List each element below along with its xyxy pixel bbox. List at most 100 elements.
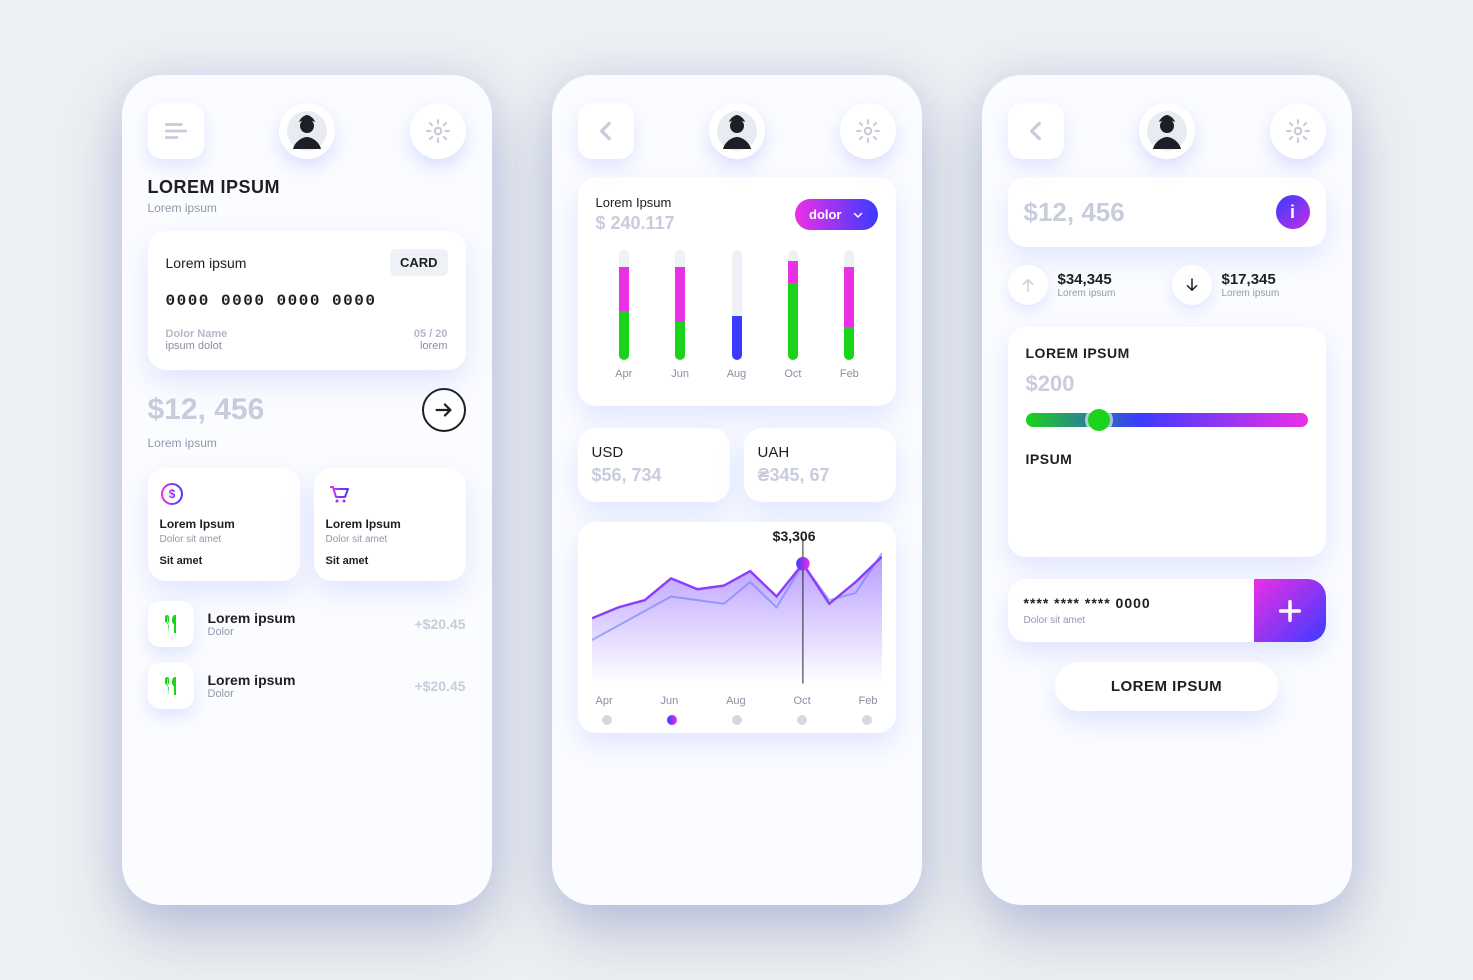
back-button[interactable] (578, 103, 634, 159)
card-exp-label: 05 / 20 (414, 328, 448, 340)
food-icon (148, 663, 194, 709)
balance-arrow-button[interactable] (422, 388, 466, 432)
line-chart (592, 536, 882, 686)
bar-chart-card: Lorem Ipsum $ 240.117 dolor AprJunAugOct… (578, 177, 896, 406)
balance-card: $12, 456 i (1008, 177, 1326, 247)
settings-button[interactable] (410, 103, 466, 159)
balance-sub: Lorem ipsum (148, 436, 466, 450)
dropdown-filter[interactable]: dolor (795, 199, 878, 230)
balance-amount: $12, 456 (1024, 197, 1125, 228)
chart-value: $ 240.117 (596, 213, 675, 234)
bar-chart: AprJunAugOctFeb (596, 250, 878, 380)
screen-transfer: $12, 456 i $34,345 Lorem ipsum $17,345 L… (982, 75, 1352, 905)
menu-icon (163, 118, 189, 144)
bar-label: Apr (615, 368, 632, 380)
slider-title: LOREM IPSUM (1026, 345, 1308, 361)
arrow-down-icon (1172, 265, 1212, 305)
masked-card-sub: Dolor sit amet (1024, 615, 1238, 626)
cta-label: LOREM IPSUM (1111, 678, 1222, 695)
io-sub: Lorem ipsum (1222, 288, 1280, 299)
cart-icon (326, 482, 350, 506)
balance-amount: $12, 456 (148, 393, 265, 427)
currency-value: $56, 734 (592, 465, 716, 486)
card-badge: CARD (390, 249, 448, 276)
bar-label: Aug (727, 368, 747, 380)
card-label: Lorem ipsum (166, 255, 247, 271)
currency-value: ₴345, 67 (758, 465, 882, 486)
income-stat: $34,345 Lorem ipsum (1008, 265, 1162, 305)
dot[interactable] (732, 715, 742, 725)
line-chart-axis: AprJunAugOctFeb (592, 695, 882, 707)
dot[interactable] (862, 715, 872, 725)
page-title: LOREM IPSUM (148, 177, 466, 198)
transaction-row[interactable]: Lorem ipsum Dolor +$20.45 (148, 601, 466, 647)
credit-card[interactable]: Lorem ipsum CARD 0000 0000 0000 0000 Dol… (148, 231, 466, 370)
currency-code: USD (592, 444, 716, 461)
info-button[interactable]: i (1276, 195, 1310, 229)
card-number: 0000 0000 0000 0000 (166, 292, 448, 310)
mini-title: Lorem Ipsum (160, 517, 288, 531)
avatar[interactable] (279, 103, 335, 159)
info-icon: i (1290, 202, 1295, 223)
back-button[interactable] (1008, 103, 1064, 159)
top-bar (578, 103, 896, 159)
card-holder-value: ipsum dolot (166, 340, 228, 352)
slider-thumb[interactable] (1088, 409, 1110, 431)
dropdown-label: dolor (809, 207, 842, 222)
avatar[interactable] (1139, 103, 1195, 159)
currency-card-uah[interactable]: UAH ₴345, 67 (744, 428, 896, 502)
slider-card: LOREM IPSUM $200 IPSUM (1008, 327, 1326, 557)
chart-peak-value: $3,306 (773, 528, 816, 544)
tx-sub: Dolor (208, 626, 401, 638)
io-sub: Lorem ipsum (1058, 288, 1116, 299)
tx-title: Lorem ipsum (208, 610, 401, 626)
avatar-icon (717, 111, 757, 151)
page-subtitle: Lorem ipsum (148, 201, 466, 215)
avatar[interactable] (709, 103, 765, 159)
settings-button[interactable] (1270, 103, 1326, 159)
chart-label: Lorem Ipsum (596, 195, 675, 210)
expense-stat: $17,345 Lorem ipsum (1172, 265, 1326, 305)
dot[interactable] (602, 715, 612, 725)
dollar-icon: $ (160, 482, 184, 506)
primary-cta-button[interactable]: LOREM IPSUM (1055, 662, 1278, 711)
avatar-icon (287, 111, 327, 151)
mini-btn: Sit amet (160, 555, 288, 567)
add-card-row: **** **** **** 0000 Dolor sit amet (1008, 579, 1326, 642)
gear-icon (1285, 118, 1311, 144)
arrow-right-icon (433, 399, 455, 421)
bar-label: Jun (671, 368, 689, 380)
dot[interactable] (797, 715, 807, 725)
amount-slider[interactable] (1026, 413, 1308, 427)
transaction-row[interactable]: Lorem ipsum Dolor +$20.45 (148, 663, 466, 709)
currency-card-usd[interactable]: USD $56, 734 (578, 428, 730, 502)
top-bar (1008, 103, 1326, 159)
plus-icon (1276, 597, 1304, 625)
masked-card-number: **** **** **** 0000 (1024, 595, 1238, 611)
bar-label: Feb (840, 368, 859, 380)
tx-sub: Dolor (208, 688, 401, 700)
screen-home: LOREM IPSUM Lorem ipsum Lorem ipsum CARD… (122, 75, 492, 905)
chevron-down-icon (852, 209, 864, 221)
slider-amount: $200 (1026, 371, 1308, 397)
top-bar (148, 103, 466, 159)
screen-analytics: Lorem Ipsum $ 240.117 dolor AprJunAugOct… (552, 75, 922, 905)
dot-active[interactable] (667, 715, 677, 725)
tx-amount: +$20.45 (415, 678, 466, 694)
svg-text:$: $ (168, 487, 175, 501)
pagination-dots (592, 707, 882, 725)
add-card-button[interactable] (1254, 579, 1326, 642)
mini-btn: Sit amet (326, 555, 454, 567)
mini-card-0[interactable]: $ Lorem Ipsum Dolor sit amet Sit amet (148, 468, 300, 581)
chevron-left-icon (1023, 118, 1049, 144)
chevron-left-icon (593, 118, 619, 144)
mini-sub: Dolor sit amet (160, 534, 288, 545)
gear-icon (855, 118, 881, 144)
menu-button[interactable] (148, 103, 204, 159)
card-holder-label: Dolor Name (166, 328, 228, 340)
settings-button[interactable] (840, 103, 896, 159)
tx-title: Lorem ipsum (208, 672, 401, 688)
io-amount: $34,345 (1058, 271, 1116, 288)
mini-card-1[interactable]: Lorem Ipsum Dolor sit amet Sit amet (314, 468, 466, 581)
mini-title: Lorem Ipsum (326, 517, 454, 531)
